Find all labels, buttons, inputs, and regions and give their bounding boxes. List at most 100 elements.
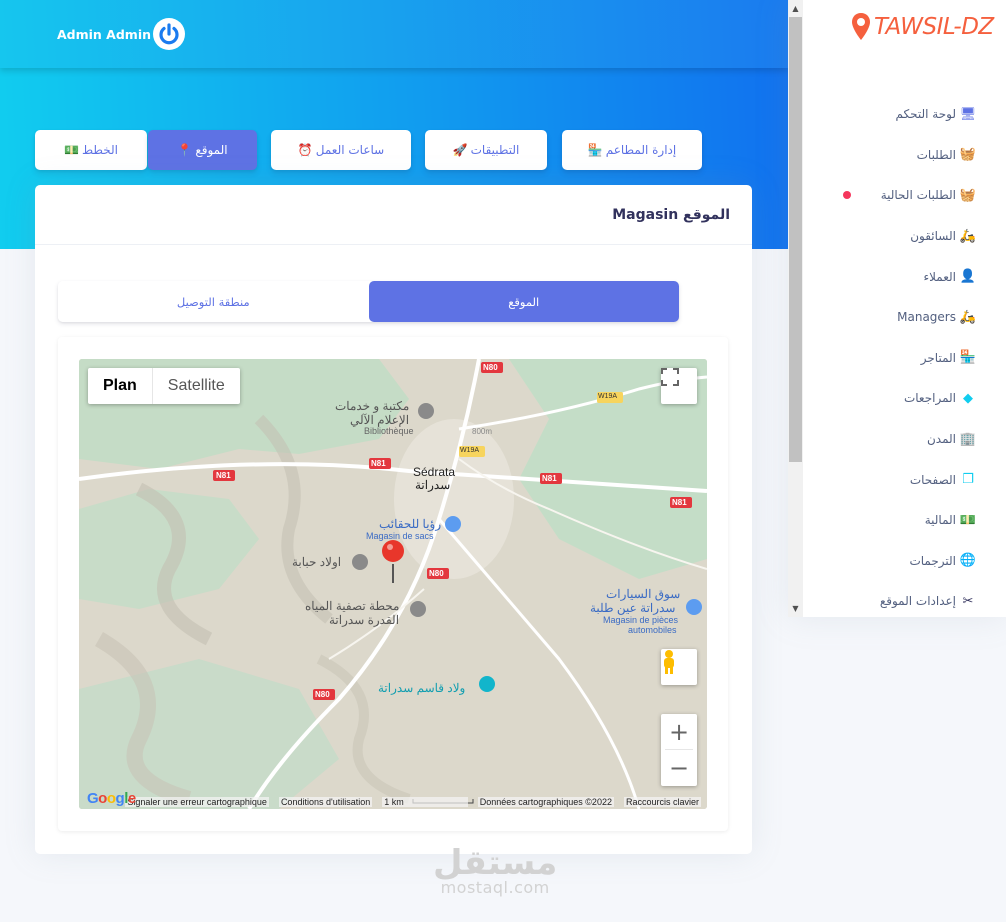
sidebar-item-live-orders[interactable]: الطلبات الحالية 🧺 (803, 175, 1006, 216)
sidebar-item-pages[interactable]: الصفحات ❐ (803, 459, 1006, 500)
map-scale: 1 km (382, 797, 468, 807)
scroll-thumb[interactable] (789, 17, 802, 462)
sidebar-item-label: المتاجر (920, 350, 956, 365)
sidebar-item-drivers[interactable]: السائقون 🛵 (803, 216, 1006, 257)
report-map-error-link[interactable]: Signaler une erreur cartographique (125, 797, 269, 807)
map-poi-label: اولاد حبابة (292, 555, 342, 569)
sidebar-item-managers[interactable]: Managers 🛵 (803, 297, 1006, 338)
brand-logo[interactable]: TAWSIL-DZ (850, 12, 994, 42)
rocket-icon: 🚀 (452, 143, 468, 157)
map-city-label: سدراتة (415, 478, 451, 492)
top-navbar: Admin Admin (0, 0, 788, 68)
sidebar-item-finance[interactable]: المالية 💵 (803, 500, 1006, 541)
map-poi-label: ولاد قاسم سدراتة (378, 681, 466, 695)
map-container: N80 W19A W19A N81 N81 N81 N81 N80 N80 مك… (58, 337, 728, 831)
map-road-label: W19A (598, 393, 618, 400)
diamond-icon: ◆ (963, 390, 973, 406)
basket-icon: 🧺 (959, 147, 977, 163)
sidebar-item-label: لوحة التحكم (895, 107, 957, 122)
scroll-up-icon[interactable]: ▲ (788, 0, 803, 17)
map-poi-label: automobiles (628, 625, 677, 635)
map-poi-label: سوق السيارات (606, 587, 681, 601)
sidebar-item-label: الطلبات الحالية (880, 188, 956, 203)
globe-icon: 🌐 (959, 553, 977, 569)
map-poi-label: Magasin de pièces (603, 615, 679, 625)
map-poi-label: Magasin de sacs (366, 531, 434, 541)
map-road-label: N81 (216, 471, 231, 480)
user-icon: 👤 (959, 269, 977, 285)
map-poi-label: سدراتة عين طلبة (590, 601, 676, 615)
map-road-label: N80 (429, 569, 444, 578)
sidebar-item-label: الطلبات (916, 147, 956, 162)
map-poi-label: القدرة سدراتة (329, 613, 400, 627)
shop-icon: 🏪 (959, 350, 977, 366)
tab-location[interactable]: 📍 الموقع (148, 130, 257, 170)
map-road-label: N81 (542, 474, 557, 483)
map-poi-label: محطة تصفية المياه (305, 599, 400, 613)
clock-icon: ⏰ (297, 143, 313, 157)
tab-label: ساعات العمل (315, 143, 385, 157)
terms-link[interactable]: Conditions d'utilisation (278, 797, 373, 807)
map-road-label: N80 (483, 363, 498, 372)
map-poi-label: Bibliothèque (364, 426, 414, 436)
power-icon[interactable] (153, 18, 186, 50)
location-card: Magasin الموقع منطقة التوصيل الموقع N80 … (35, 185, 752, 854)
money-icon: 💵 (64, 143, 79, 157)
keyboard-shortcuts-link[interactable]: Raccourcis clavier (623, 797, 701, 807)
map-poi-label: مكتبة و خدمات (335, 399, 410, 413)
sidebar-item-stores[interactable]: المتاجر 🏪 (803, 338, 1006, 379)
sidebar-item-site-settings[interactable]: إعدادات الموقع ✂ (803, 581, 1006, 622)
map-road-label: N80 (315, 690, 330, 699)
sidebar-item-label: المدن (926, 432, 956, 447)
map-pin-icon: 📍 (177, 143, 193, 157)
tab-plans[interactable]: 💵 الخطط (35, 130, 147, 170)
basket-icon: 🧺 (959, 187, 977, 203)
sidebar-item-label: المراجعات (903, 391, 956, 406)
segment-delivery-area[interactable]: منطقة التوصيل (58, 281, 369, 322)
user-menu[interactable]: Admin Admin (57, 18, 186, 50)
sidebar: ▲ ▼ TAWSIL-DZ لوحة التحكم 🖥 الطلبات 🧺 ال… (788, 0, 1006, 617)
sidebar-item-label: الترجمات (909, 553, 956, 568)
sidebar-item-cities[interactable]: المدن 🏢 (803, 419, 1006, 460)
google-map[interactable]: N80 W19A W19A N81 N81 N81 N81 N80 N80 مك… (79, 359, 707, 809)
tab-label: الموقع (195, 143, 228, 157)
sidebar-item-label: إعدادات الموقع (879, 594, 956, 609)
zoom-control: + − (661, 714, 697, 786)
tab-apps[interactable]: 🚀 التطبيقات (425, 130, 547, 170)
sidebar-item-label: السائقون (910, 229, 956, 244)
map-poi-label: الإعلام الآلي (350, 413, 410, 427)
segment-location[interactable]: الموقع (368, 281, 679, 322)
shop-icon: 🏪 (587, 143, 603, 157)
money-icon: 💵 (959, 512, 977, 528)
map-road-label: N81 (371, 459, 386, 468)
live-indicator (843, 191, 851, 200)
zoom-out-icon[interactable]: − (669, 750, 689, 786)
map-type-satellite[interactable]: Satellite (153, 368, 240, 404)
map-data-credit: Données cartographiques ©2022 (477, 797, 614, 807)
map-road-label: W19A (460, 447, 480, 454)
map-contour-label: 800m (472, 427, 493, 436)
sidebar-item-dashboard[interactable]: لوحة التحكم 🖥 (803, 94, 1006, 135)
map-poi-label: رؤيا للحقائب (379, 517, 442, 531)
brand-name: TAWSIL-DZ (874, 14, 994, 40)
watermark: مستقل mostaql.com (433, 843, 557, 897)
sidebar-item-translations[interactable]: الترجمات 🌐 (803, 541, 1006, 582)
scroll-down-icon[interactable]: ▼ (788, 600, 803, 617)
card-title: Magasin الموقع (35, 185, 752, 245)
sidebar-item-orders[interactable]: الطلبات 🧺 (803, 135, 1006, 176)
sidebar-scrollbar[interactable]: ▲ ▼ (788, 0, 803, 617)
map-type-plan[interactable]: Plan (88, 368, 153, 404)
pegman-icon[interactable] (661, 649, 697, 685)
sidebar-item-clients[interactable]: العملاء 👤 (803, 256, 1006, 297)
tab-restaurants[interactable]: 🏪 إدارة المطاعم (562, 130, 702, 170)
location-segment-control: منطقة التوصيل الموقع (58, 281, 679, 322)
fullscreen-icon[interactable] (661, 368, 697, 404)
google-logo: Google (87, 790, 136, 807)
zoom-in-icon[interactable]: + (665, 714, 693, 750)
sidebar-item-reviews[interactable]: المراجعات ◆ (803, 378, 1006, 419)
tab-label: الخطط (81, 143, 118, 157)
sidebar-item-label: العملاء (923, 269, 956, 284)
location-pin-icon (852, 13, 870, 40)
pages-icon: ❐ (962, 472, 974, 488)
tab-working-hours[interactable]: ⏰ ساعات العمل (271, 130, 411, 170)
